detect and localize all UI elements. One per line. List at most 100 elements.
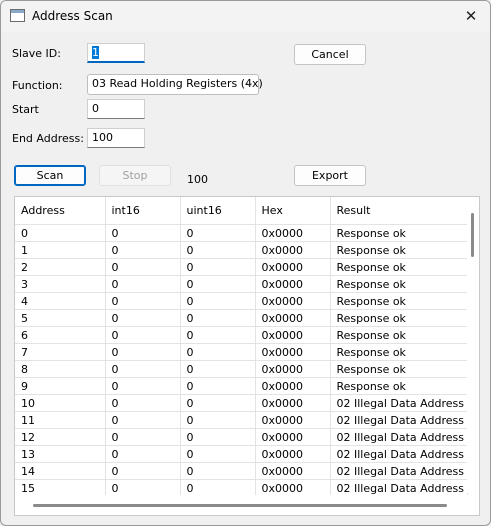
cell-hex: 0x0000 bbox=[255, 326, 331, 344]
cell-int16: 0 bbox=[105, 394, 181, 412]
cell-address: 10 bbox=[15, 394, 106, 412]
window-icon bbox=[10, 9, 25, 22]
close-button[interactable]: ✕ bbox=[458, 5, 484, 27]
cell-result: Response ok bbox=[330, 326, 468, 344]
scan-button[interactable]: Scan bbox=[14, 165, 86, 186]
table-row[interactable]: 12 0 0 0x0000 02 Illegal Data Address bbox=[15, 428, 468, 446]
table-row[interactable]: 4 0 0 0x0000 Response ok bbox=[15, 292, 468, 310]
cell-address: 9 bbox=[15, 377, 106, 395]
cell-address: 14 bbox=[15, 462, 106, 480]
cell-uint16: 0 bbox=[180, 428, 256, 446]
cell-address: 5 bbox=[15, 309, 106, 327]
column-header-int16[interactable]: int16 bbox=[105, 197, 181, 225]
table-row[interactable]: 15 0 0 0x0000 02 Illegal Data Address bbox=[15, 479, 468, 497]
horizontal-scrollbar[interactable] bbox=[15, 495, 479, 515]
cell-address: 8 bbox=[15, 360, 106, 378]
table-row[interactable]: 7 0 0 0x0000 Response ok bbox=[15, 343, 468, 361]
column-header-uint16[interactable]: uint16 bbox=[180, 197, 256, 225]
scan-count: 100 bbox=[187, 173, 208, 186]
cell-address: 2 bbox=[15, 258, 106, 276]
cell-uint16: 0 bbox=[180, 411, 256, 429]
table-row[interactable]: 13 0 0 0x0000 02 Illegal Data Address bbox=[15, 445, 468, 463]
slave-id-input[interactable]: 1 bbox=[87, 43, 145, 63]
cell-address: 4 bbox=[15, 292, 106, 310]
cell-uint16: 0 bbox=[180, 309, 256, 327]
cell-result: Response ok bbox=[330, 292, 468, 310]
address-scan-dialog: Address Scan ✕ Slave ID: 1 Cancel Functi… bbox=[0, 0, 491, 526]
column-header-result[interactable]: Result bbox=[330, 197, 468, 225]
cell-int16: 0 bbox=[105, 445, 181, 463]
cell-result: Response ok bbox=[330, 224, 468, 242]
table-row[interactable]: 11 0 0 0x0000 02 Illegal Data Address bbox=[15, 411, 468, 429]
slave-id-label: Slave ID: bbox=[12, 47, 61, 60]
stop-button[interactable]: Stop bbox=[99, 165, 171, 186]
column-header-address[interactable]: Address bbox=[15, 197, 106, 225]
cell-hex: 0x0000 bbox=[255, 241, 331, 259]
cell-result: 02 Illegal Data Address bbox=[330, 479, 468, 497]
cell-uint16: 0 bbox=[180, 258, 256, 276]
cell-hex: 0x0000 bbox=[255, 360, 331, 378]
table-header-row: Address int16 uint16 Hex Result bbox=[15, 197, 468, 225]
function-select[interactable]: 03 Read Holding Registers (4x) ⌄ bbox=[87, 74, 263, 95]
cell-hex: 0x0000 bbox=[255, 275, 331, 293]
cell-int16: 0 bbox=[105, 479, 181, 497]
horizontal-scroll-thumb[interactable] bbox=[33, 504, 447, 507]
cell-address: 3 bbox=[15, 275, 106, 293]
cell-result: 02 Illegal Data Address bbox=[330, 445, 468, 463]
column-header-hex[interactable]: Hex bbox=[255, 197, 331, 225]
cell-hex: 0x0000 bbox=[255, 479, 331, 497]
cell-result: Response ok bbox=[330, 258, 468, 276]
cell-hex: 0x0000 bbox=[255, 309, 331, 327]
cell-address: 11 bbox=[15, 411, 106, 429]
cell-address: 15 bbox=[15, 479, 106, 497]
cell-result: Response ok bbox=[330, 309, 468, 327]
cell-hex: 0x0000 bbox=[255, 428, 331, 446]
cell-uint16: 0 bbox=[180, 479, 256, 497]
window-title: Address Scan bbox=[32, 9, 113, 23]
cell-hex: 0x0000 bbox=[255, 394, 331, 412]
table-row[interactable]: 2 0 0 0x0000 Response ok bbox=[15, 258, 468, 276]
cell-hex: 0x0000 bbox=[255, 292, 331, 310]
table-row[interactable]: 0 0 0 0x0000 Response ok bbox=[15, 224, 468, 242]
start-label: Start bbox=[12, 103, 39, 116]
cell-uint16: 0 bbox=[180, 360, 256, 378]
start-input[interactable]: 0 bbox=[87, 99, 145, 119]
cell-hex: 0x0000 bbox=[255, 462, 331, 480]
end-address-label: End Address: bbox=[12, 132, 84, 145]
cell-result: 02 Illegal Data Address bbox=[330, 394, 468, 412]
table-row[interactable]: 10 0 0 0x0000 02 Illegal Data Address bbox=[15, 394, 468, 412]
table-row[interactable]: 1 0 0 0x0000 Response ok bbox=[15, 241, 468, 259]
cell-int16: 0 bbox=[105, 224, 181, 242]
cell-address: 7 bbox=[15, 343, 106, 361]
slave-id-value: 1 bbox=[92, 46, 99, 59]
vertical-scrollbar[interactable] bbox=[467, 197, 479, 493]
table-row[interactable]: 5 0 0 0x0000 Response ok bbox=[15, 309, 468, 327]
end-address-input[interactable]: 100 bbox=[87, 128, 145, 148]
cell-address: 0 bbox=[15, 224, 106, 242]
cancel-button[interactable]: Cancel bbox=[294, 44, 366, 65]
cell-int16: 0 bbox=[105, 360, 181, 378]
table-row[interactable]: 14 0 0 0x0000 02 Illegal Data Address bbox=[15, 462, 468, 480]
table-row[interactable]: 9 0 0 0x0000 Response ok bbox=[15, 377, 468, 395]
vertical-scroll-thumb[interactable] bbox=[471, 213, 474, 257]
close-icon: ✕ bbox=[464, 7, 478, 25]
cell-int16: 0 bbox=[105, 377, 181, 395]
cell-int16: 0 bbox=[105, 258, 181, 276]
cell-uint16: 0 bbox=[180, 241, 256, 259]
cell-int16: 0 bbox=[105, 411, 181, 429]
cell-hex: 0x0000 bbox=[255, 377, 331, 395]
cell-uint16: 0 bbox=[180, 394, 256, 412]
function-value: 03 Read Holding Registers (4x) bbox=[92, 77, 263, 90]
export-button[interactable]: Export bbox=[294, 165, 366, 186]
cell-result: Response ok bbox=[330, 377, 468, 395]
cell-uint16: 0 bbox=[180, 292, 256, 310]
table-row[interactable]: 8 0 0 0x0000 Response ok bbox=[15, 360, 468, 378]
cell-hex: 0x0000 bbox=[255, 224, 331, 242]
cell-hex: 0x0000 bbox=[255, 411, 331, 429]
table-row[interactable]: 3 0 0 0x0000 Response ok bbox=[15, 275, 468, 293]
results-table[interactable]: Address int16 uint16 Hex Result 0 0 0 0x000… bbox=[14, 196, 480, 516]
cell-result: 02 Illegal Data Address bbox=[330, 411, 468, 429]
cell-result: Response ok bbox=[330, 275, 468, 293]
cell-address: 12 bbox=[15, 428, 106, 446]
table-row[interactable]: 6 0 0 0x0000 Response ok bbox=[15, 326, 468, 344]
